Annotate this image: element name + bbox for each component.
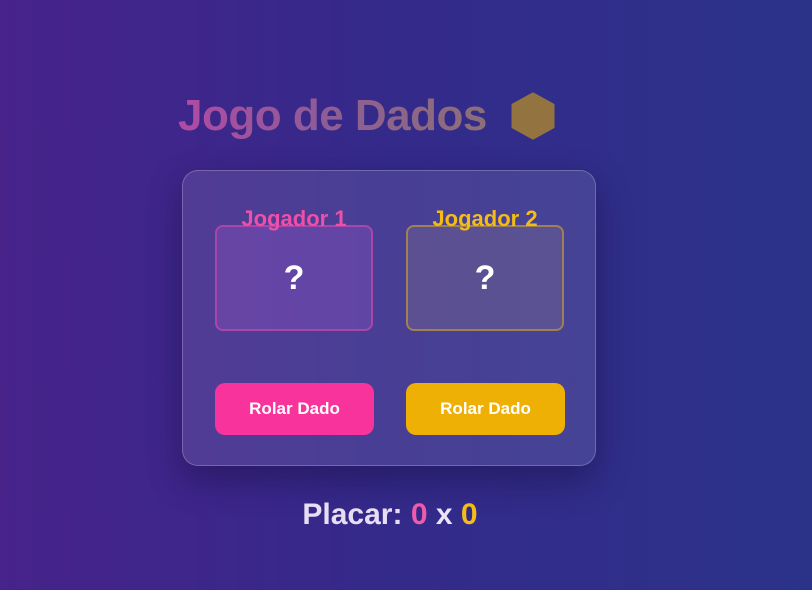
- page-title: Jogo de Dados: [178, 86, 487, 146]
- score-label: Placar:: [302, 498, 403, 531]
- player-2-score: 0: [460, 498, 478, 531]
- score-separator: x: [435, 498, 453, 531]
- scoreboard: Placar: 0 x 0: [0, 498, 780, 532]
- player-2-roll-button[interactable]: Rolar Dado: [406, 383, 565, 435]
- player-1-name: Jogador 1: [241, 206, 347, 231]
- player-2-name: Jogador 2: [432, 206, 538, 231]
- player-1-roll-button[interactable]: Rolar Dado: [215, 383, 374, 435]
- hexagon-dice-icon: [511, 92, 555, 140]
- header: Jogo de Dados: [178, 86, 557, 146]
- game-card: Jogador 1 ? Rolar Dado Jogador 2 ? Rolar…: [182, 170, 596, 466]
- player-1-score: 0: [410, 498, 428, 531]
- player-1-die: ?: [215, 225, 373, 331]
- player-2-die: ?: [406, 225, 564, 331]
